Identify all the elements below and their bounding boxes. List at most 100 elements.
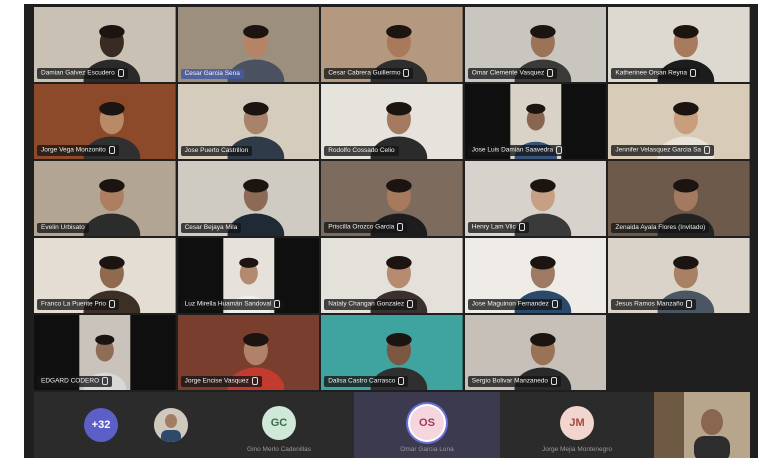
participant-name: Damian Galvez Escudero [41,70,115,77]
participant-name-label: Cesar Cabrera Guillermo [324,68,414,79]
mic-muted-icon [274,300,281,309]
mic-muted-icon [556,146,563,155]
mic-muted-icon [109,300,116,309]
participant-tile[interactable]: Jorge Encise Vasquez [177,315,320,390]
mic-muted-icon [102,377,109,386]
avatar-initials: JM [569,417,585,429]
mic-muted-icon [251,377,258,386]
participant-name-label: Dalisa Castro Carrasco [324,376,409,387]
meeting-window: Damian Galvez Escudero Cesar Garcia Sena C… [24,4,758,458]
participant-name-label: Katherinee Orsan Reyna [611,68,700,79]
participant-name: Cesar Garcia Sena [184,70,240,77]
participant-name-label: Rodolfo Cossado Celio [324,146,399,156]
participant-tile[interactable]: Evelin Urbisato [34,161,176,236]
avatar: GC [262,406,296,440]
participant-name-label: Jesus Ramos Manzaño [611,299,697,310]
avatar-initials: GC [270,417,288,429]
participant-name-label: Henry Lam Vilc [467,222,529,233]
participant-name-label: Cesar Bejaya Mila [180,223,242,233]
participant-tile[interactable]: Luz Mirella Huamán Sandoval [177,238,320,313]
bar-participant[interactable]: JM Jorge Mejia Montenegro [504,392,650,458]
participant-name: Omar Garcia Luna [400,446,454,453]
bar-participant[interactable]: GC Gino Merlo Cadenillas [206,392,352,458]
participant-name-label: Nataly Changan Gonzalez [324,299,418,310]
participant-tile[interactable]: Katherinee Orsan Reyna [608,7,750,82]
participant-name: Jennifer Velasquez Garcia Sa [615,147,702,154]
participant-name: Evelin Urbisato [41,224,85,231]
participant-name: Jose Maguinon Fernandez [471,301,549,308]
participant-name: Katherinee Orsan Reyna [615,70,687,77]
participant-name-label: Jose Luis Damian Saavedra [467,145,567,156]
participant-name: Luz Mirella Huamán Sandoval [184,301,272,308]
mic-muted-icon [117,69,124,78]
participant-tile[interactable]: Priscilla Orozco Garcia [321,161,463,236]
participant-tile[interactable]: Jose Maguinon Fernandez [464,238,607,313]
avatar[interactable] [154,408,188,442]
participant-name: Jose Luis Damian Saavedra [471,147,554,154]
participant-name: Jorge Mejia Montenegro [541,446,613,453]
mic-muted-icon [689,69,696,78]
participant-tile[interactable]: Sergio Bolivar Manzanedo [464,315,607,390]
participant-name-label: Franco La Puente Prio [37,299,120,310]
self-video-image [654,392,750,458]
participant-tile[interactable]: Dalisa Castro Carrasco [321,315,463,390]
participant-name-label: Priscilla Orozco Garcia [324,222,408,233]
participant-tile[interactable]: Henry Lam Vilc [464,161,607,236]
participant-name-label: Zenaida Ayala Flores (Invitado) [611,223,710,233]
participant-tile[interactable]: Franco La Puente Prio [34,238,176,313]
avatar: OS [410,406,444,440]
participant-tile[interactable]: Nataly Changan Gonzalez [321,238,463,313]
self-video-preview[interactable] [654,392,750,458]
overflow-count-badge[interactable]: +32 [84,408,118,442]
participant-name: Jose Puerto Castrillon [184,147,249,154]
participant-name: Cesar Bejaya Mila [184,224,238,231]
participant-name: Jesus Ramos Manzaño [615,301,684,308]
participant-tile[interactable]: Jesus Ramos Manzaño [608,238,750,313]
participant-tile[interactable]: Rodolfo Cossado Celio [321,84,463,159]
participant-name: Henry Lam Vilc [471,224,516,231]
participant-name: Cesar Cabrera Guillermo [328,70,401,77]
participant-name-label: Jorge Vega Monzonito [37,145,119,156]
participant-name: Franco La Puente Prio [41,301,107,308]
participant-tile[interactable]: Omar Clemente Vasquez [464,7,607,82]
mic-muted-icon [551,300,558,309]
overflow-section: +32 [34,392,202,458]
video-grid: Damian Galvez Escudero Cesar Garcia Sena C… [34,7,750,390]
participant-name: Jorge Vega Monzonito [41,147,106,154]
overflow-count: +32 [91,419,111,431]
mic-muted-icon [518,223,525,232]
participant-name: Gino Merlo Cadenillas [247,446,311,453]
participant-name-label: Jose Puerto Castrillon [180,146,253,156]
participant-name: Rodolfo Cossado Celio [328,147,395,154]
participant-tile[interactable]: EDGARD CODERO [34,315,176,390]
participant-name-label: Jose Maguinon Fernandez [467,299,562,310]
participant-tile[interactable]: Cesar Bejaya Mila [177,161,320,236]
participant-name: Omar Clemente Vasquez [471,70,545,77]
avatar: JM [560,406,594,440]
participant-tile[interactable]: Damian Galvez Escudero [34,7,176,82]
participant-name-label: Damian Galvez Escudero [37,68,128,79]
mic-muted-icon [686,300,693,309]
participant-name-label: Omar Clemente Vasquez [467,68,558,79]
mic-muted-icon [547,69,554,78]
participant-name-label: Luz Mirella Huamán Sandoval [180,299,285,310]
participant-tile[interactable]: Cesar Garcia Sena [177,7,320,82]
participant-name: Nataly Changan Gonzalez [328,301,405,308]
avatar-initials: OS [419,417,435,429]
participant-tile[interactable]: Jennifer Velasquez Garcia Sa [608,84,750,159]
participant-tile[interactable]: Jose Luis Damian Saavedra [464,84,607,159]
participant-name: Zenaida Ayala Flores (Invitado) [615,224,706,231]
participant-tile[interactable]: Jose Puerto Castrillon [177,84,320,159]
participant-name-label: Cesar Garcia Sena [180,69,244,79]
participant-tile[interactable]: Zenaida Ayala Flores (Invitado) [608,161,750,236]
participant-tile[interactable]: Jorge Vega Monzonito [34,84,176,159]
participant-name: Jorge Encise Vasquez [184,378,249,385]
bottom-participant-bar: +32 GC Gino Merlo Cadenillas OS Omar Garcia… [34,392,750,458]
participant-name: Dalisa Castro Carrasco [328,378,396,385]
participant-tile[interactable]: Cesar Cabrera Guillermo [321,7,463,82]
mic-muted-icon [398,377,405,386]
mic-muted-icon [407,300,414,309]
bar-participant[interactable]: OS Omar Garcia Luna [354,392,500,458]
mic-muted-icon [551,377,558,386]
mic-muted-icon [397,223,404,232]
